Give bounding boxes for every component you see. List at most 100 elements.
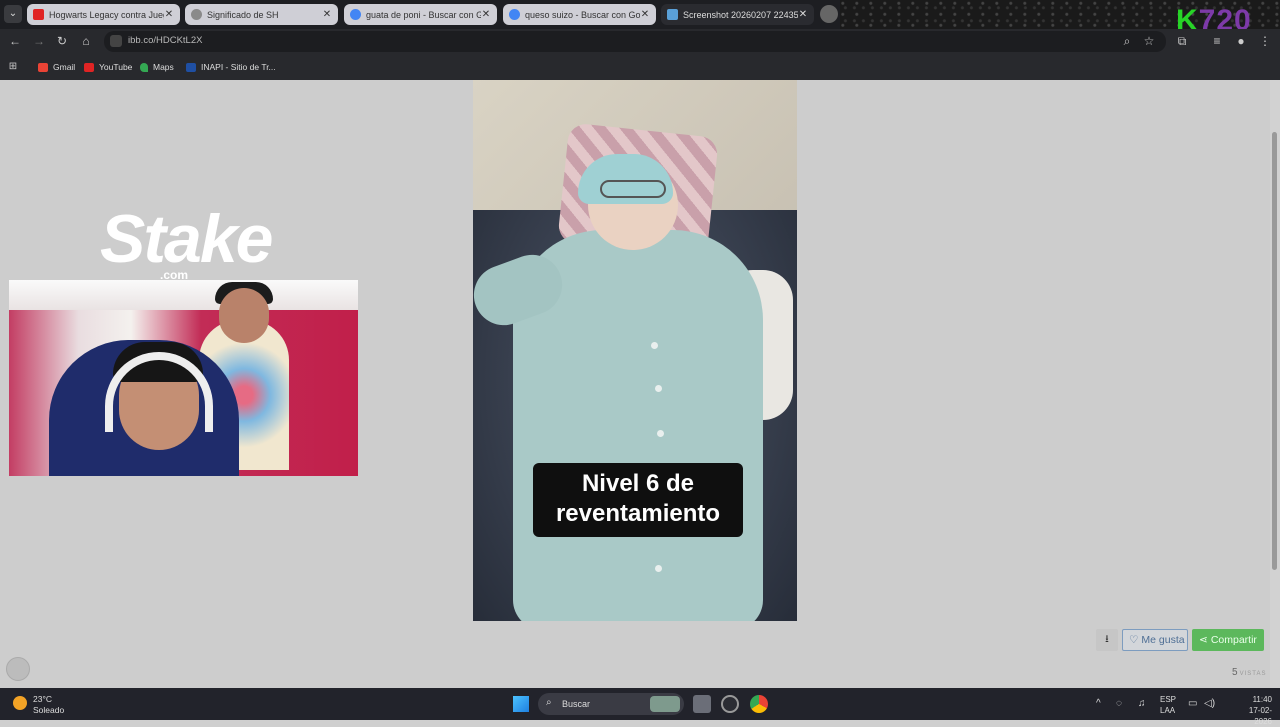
views-counter: 5 VISTAS <box>1232 667 1266 678</box>
back-icon[interactable]: ← <box>8 34 22 48</box>
close-icon[interactable]: ✕ <box>481 9 491 20</box>
address-bar[interactable]: ibb.co/HDCKtL2X ⌕ ☆ <box>104 31 1166 52</box>
views-word: VISTAS <box>1239 671 1267 677</box>
weather-widget[interactable]: 23°C Soleado <box>33 694 64 716</box>
browser-toolbar: ← → ↻ ⌂ ibb.co/HDCKtL2X ⌕ ☆ ⧉ ≡ ● ⋮ <box>0 29 1280 54</box>
bookmark-star-icon[interactable]: ☆ <box>1142 34 1156 48</box>
like-label: Me gusta <box>1141 634 1185 646</box>
tab-queso-suizo[interactable]: queso suizo - Buscar con Goo... ✕ <box>503 4 656 25</box>
forward-icon[interactable]: → <box>32 34 46 48</box>
tab-significado[interactable]: Significado de SH ✕ <box>185 4 338 25</box>
like-button[interactable]: ♡ Me gusta <box>1122 629 1188 651</box>
close-icon[interactable]: ✕ <box>322 9 332 20</box>
keyboard-layout: LAA <box>1160 706 1176 715</box>
share-icon: ⋖ <box>1199 634 1208 646</box>
webcam-person-standing-face <box>219 288 269 343</box>
gmail-icon <box>38 62 48 72</box>
chat-bubble-button[interactable] <box>6 657 30 681</box>
sun-icon[interactable] <box>13 696 27 710</box>
share-label: Compartir <box>1210 634 1257 646</box>
watermark-number: 720 <box>1198 4 1252 29</box>
search-icon: ⌕ <box>546 697 552 708</box>
display-icon[interactable]: ▭ <box>1188 698 1197 709</box>
scrollbar[interactable] <box>1270 80 1280 688</box>
windows-taskbar: 23°C Soleado ⌕ Buscar ^ ◌ ♫ ESP LAA ▭ ◁)… <box>0 688 1280 726</box>
maps-icon <box>140 62 148 72</box>
photo-glasses <box>600 180 666 198</box>
webcam-ceiling <box>9 280 358 310</box>
tray-chevron-icon[interactable]: ^ <box>1096 698 1101 709</box>
tab-guata-de-poni[interactable]: guata de poni - Buscar con Go... ✕ <box>344 4 497 25</box>
temperature: 23°C <box>33 694 52 704</box>
watermark-k: K <box>1176 4 1199 29</box>
k720-watermark: K720 <box>1176 4 1252 29</box>
close-icon[interactable]: ✕ <box>798 9 808 20</box>
language-code: ESP <box>1160 695 1177 704</box>
bookmark-inapi[interactable]: INAPI - Sitio de Tr... <box>186 62 276 72</box>
scrollbar-thumb[interactable] <box>1272 132 1277 570</box>
search-highlight-image <box>650 696 680 712</box>
network-icon[interactable]: ◌ <box>1116 698 1122 709</box>
heart-icon: ♡ <box>1129 634 1139 646</box>
close-icon[interactable]: ✕ <box>164 9 174 20</box>
language-indicator[interactable]: ESP LAA <box>1160 694 1176 716</box>
download-icon: ⭳ <box>1105 633 1109 645</box>
share-button[interactable]: ⋖ Compartir <box>1192 629 1264 651</box>
google-icon <box>350 9 361 20</box>
download-button[interactable]: ⭳ <box>1096 629 1118 651</box>
bookmarks-bar: ⊞ Gmail YouTube Maps INAPI - Sitio de Tr… <box>0 54 1280 80</box>
tab-screenshot[interactable]: Screenshot 20260207 224359 ... ✕ <box>661 4 814 25</box>
media-icon[interactable]: ≡ <box>1210 34 1224 48</box>
bookmark-label: Maps <box>153 62 174 72</box>
app-icon[interactable] <box>721 695 739 713</box>
main-image[interactable] <box>473 80 797 621</box>
tab-search-button[interactable]: ⌄ <box>4 5 22 23</box>
caption-line-2: reventamiento <box>555 500 721 527</box>
clock-date: 17-02-2026 <box>1248 706 1272 726</box>
bookmark-gmail[interactable]: Gmail <box>38 62 75 72</box>
tab-bar: ⌄ Hogwarts Legacy contra Juego... ✕ Sign… <box>0 0 1280 29</box>
url-text: ibb.co/HDCKtL2X <box>128 35 203 46</box>
zoom-icon[interactable]: ⌕ <box>1120 34 1134 48</box>
extensions-icon[interactable]: ⧉ <box>1175 34 1189 48</box>
apps-icon[interactable]: ⊞ <box>6 60 20 74</box>
site-info-icon[interactable] <box>110 35 122 47</box>
bookmark-label: INAPI - Sitio de Tr... <box>201 62 276 72</box>
globe-icon <box>191 9 202 20</box>
google-icon <box>509 9 520 20</box>
youtube-icon <box>33 9 44 20</box>
tab-label: Hogwarts Legacy contra Juego... <box>49 9 164 20</box>
tab-label: Screenshot 20260207 224359 ... <box>683 9 798 20</box>
image-caption: Nivel 6 de reventamiento <box>533 463 743 537</box>
bookmark-label: YouTube <box>99 62 133 72</box>
taskbar-search[interactable]: ⌕ Buscar <box>538 693 684 715</box>
bookmark-label: Gmail <box>53 62 76 72</box>
bookmark-youtube[interactable]: YouTube <box>84 62 132 72</box>
microphone-icon[interactable]: ♫ <box>1138 698 1146 709</box>
youtube-icon <box>84 62 94 72</box>
chrome-icon[interactable] <box>750 695 768 713</box>
close-icon[interactable]: ✕ <box>640 9 650 20</box>
volume-icon[interactable]: ◁) <box>1204 698 1215 709</box>
home-icon[interactable]: ⌂ <box>79 34 93 48</box>
image-icon <box>667 9 678 20</box>
views-count: 5 <box>1232 667 1238 678</box>
tab-hogwarts[interactable]: Hogwarts Legacy contra Juego... ✕ <box>27 4 180 25</box>
new-tab-button[interactable] <box>820 5 838 23</box>
reload-icon[interactable]: ↻ <box>55 34 69 48</box>
system-clock[interactable]: 11:40 17-02-2026 <box>1234 694 1272 727</box>
stake-logo: Stake <box>100 201 273 277</box>
inapi-icon <box>186 62 196 72</box>
task-view-icon[interactable] <box>693 695 711 713</box>
weather-condition: Soleado <box>33 705 65 715</box>
search-placeholder: Buscar <box>562 699 591 709</box>
bookmark-maps[interactable]: Maps <box>140 62 174 72</box>
windows-start-icon[interactable] <box>513 696 529 712</box>
tab-label: guata de poni - Buscar con Go... <box>366 9 481 20</box>
menu-icon[interactable]: ⋮ <box>1258 34 1272 48</box>
tab-label: Significado de SH <box>207 9 279 20</box>
tab-label: queso suizo - Buscar con Goo... <box>525 9 640 20</box>
caption-line-1: Nivel 6 de <box>581 470 695 497</box>
webcam-overlay <box>9 280 358 476</box>
profile-icon[interactable]: ● <box>1234 34 1248 48</box>
